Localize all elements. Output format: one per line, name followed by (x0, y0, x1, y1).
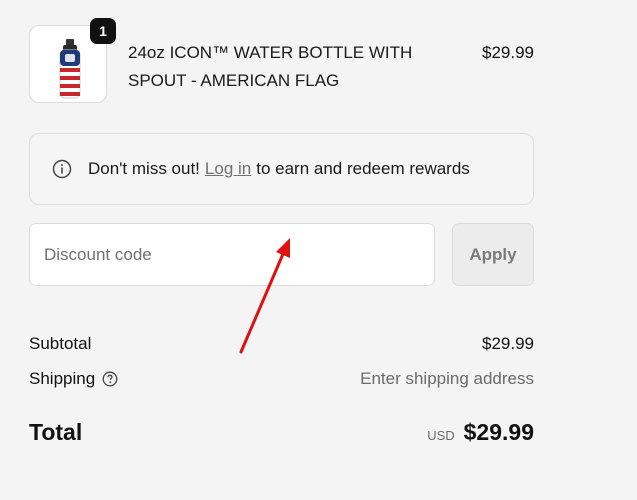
shipping-label-group: Shipping (29, 369, 118, 389)
subtotal-row: Subtotal $29.99 (29, 332, 534, 356)
currency-code: USD (427, 427, 455, 443)
shipping-label: Shipping (29, 369, 96, 388)
rewards-banner: Don't miss out! Log in to earn and redee… (29, 133, 534, 205)
total-label: Total (29, 418, 83, 445)
product-price: $29.99 (482, 43, 534, 62)
shipping-row: Shipping Enter shipping address (29, 367, 534, 391)
help-icon[interactable] (102, 371, 118, 387)
total-amount-group: USD $29.99 (427, 419, 534, 446)
quantity-badge: 1 (90, 18, 116, 44)
product-title: 24oz ICON™ WATER BOTTLE WITH SPOUT - AME… (128, 43, 413, 90)
rewards-suffix: to earn and redeem rewards (256, 159, 470, 178)
rewards-prefix: Don't miss out! (88, 159, 200, 178)
info-icon (52, 159, 72, 179)
login-link[interactable]: Log in (205, 159, 251, 179)
subtotal-value: $29.99 (482, 334, 534, 353)
total-value: $29.99 (463, 418, 534, 445)
line-item: 1 24oz ICON™ WATER BOTTLE WITH SPOUT - A… (29, 18, 534, 107)
shipping-value: Enter shipping address (360, 369, 534, 388)
apply-button[interactable]: Apply (452, 223, 534, 286)
discount-code-input[interactable] (29, 223, 435, 286)
subtotal-label: Subtotal (29, 334, 92, 353)
total-row: Total USD $29.99 (29, 416, 534, 448)
